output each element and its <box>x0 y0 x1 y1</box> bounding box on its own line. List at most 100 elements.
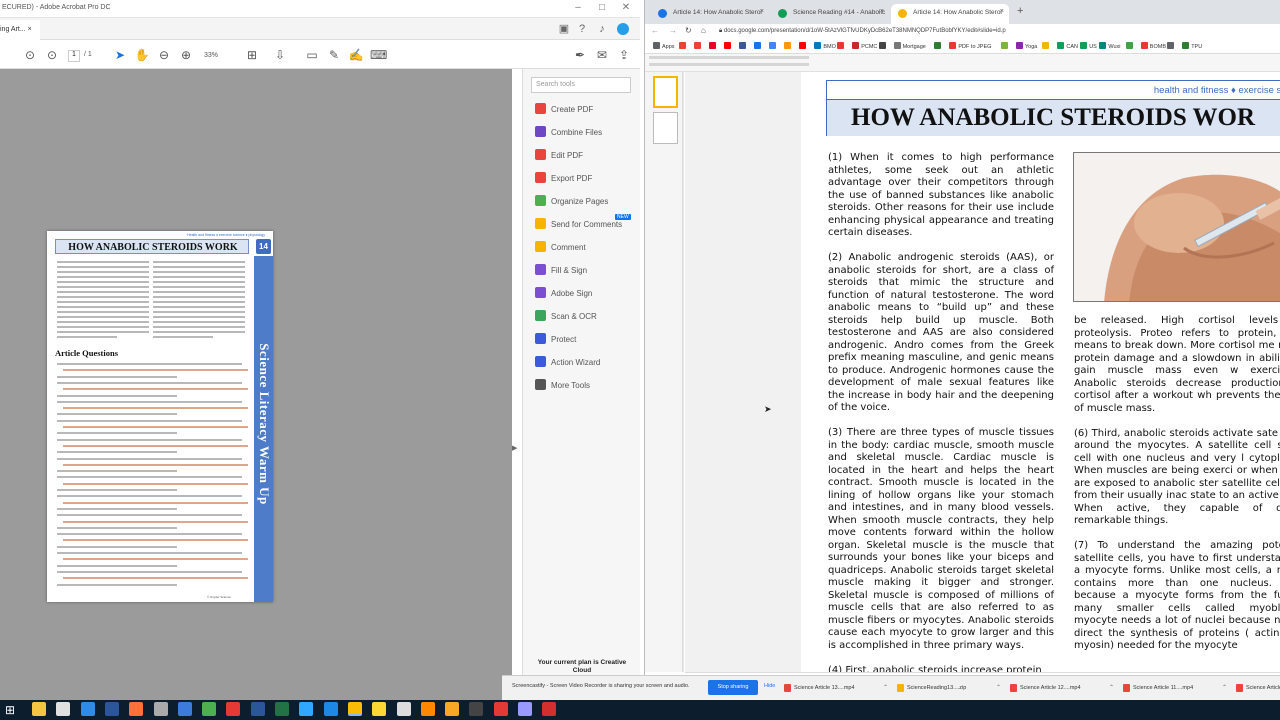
bookmark-item[interactable]: Yoga <box>1016 42 1037 52</box>
bookmark-item[interactable]: Wuxi <box>1099 42 1121 52</box>
download-item[interactable]: ScienceReading13....zip ⌃ <box>895 681 1003 696</box>
comment-icon[interactable]: ▭ <box>304 47 320 63</box>
back-icon[interactable]: ← <box>651 26 659 35</box>
text-column-right[interactable]: be released. High cortisol levels ca pro… <box>1074 315 1280 665</box>
share-icon[interactable]: ⇪ <box>616 47 632 63</box>
download-item[interactable]: Science Article 1⌃ <box>1234 681 1280 696</box>
tool-item[interactable]: Scan & OCR <box>535 308 639 326</box>
slide-canvas[interactable]: health and fitness ♦ exercise sc HOW ANA… <box>685 72 1280 676</box>
tool-item[interactable]: Organize Pages <box>535 193 639 211</box>
page-number-input[interactable]: 1 <box>68 50 80 62</box>
stamp-icon[interactable]: ⌨ <box>370 47 387 63</box>
excel-icon[interactable] <box>275 702 289 716</box>
bookmark-item[interactable]: PDF to JPEG <box>949 42 991 52</box>
screencast-icon[interactable] <box>493 702 508 716</box>
bookmark-item[interactable]: TPU <box>1182 42 1202 52</box>
chevron-up-icon[interactable]: ⌃ <box>1109 681 1114 696</box>
text-column-left[interactable]: (1) When it comes to high performance at… <box>828 152 1054 690</box>
app-icon-5[interactable] <box>445 702 460 716</box>
browser-tab[interactable]: Article 14: How Anabolic Steroi × <box>891 4 1009 24</box>
word-icon[interactable] <box>104 702 119 716</box>
chevron-up-icon[interactable]: ⌃ <box>996 681 1001 696</box>
bookmark-item[interactable] <box>739 42 748 52</box>
bookmark-item[interactable] <box>1125 42 1135 52</box>
home-icon[interactable]: ⌂ <box>701 26 706 35</box>
acrobat-icon[interactable] <box>542 702 557 716</box>
tool-item[interactable]: Action Wizard <box>535 354 639 372</box>
mail-icon[interactable]: ✉ <box>594 47 610 63</box>
forward-icon[interactable]: → <box>669 26 677 35</box>
bookmark-item[interactable]: Apps <box>653 42 675 52</box>
new-tab-button[interactable]: + <box>1017 5 1023 17</box>
collapse-pane-arrow[interactable]: ▶ <box>512 444 517 452</box>
bookmark-item[interactable] <box>1001 42 1010 52</box>
bookmark-item[interactable] <box>1042 42 1051 52</box>
app-icon-4[interactable] <box>396 702 411 716</box>
slide-thumbnail[interactable] <box>653 112 678 144</box>
chevron-up-icon[interactable]: ⌃ <box>1222 681 1227 696</box>
windows-start-icon[interactable]: ⊞ <box>5 703 15 717</box>
browser-tab[interactable]: Article 14: How Anabolic Steroi × <box>651 4 769 24</box>
chat-icon[interactable]: ▣ <box>556 21 572 37</box>
photoshop-icon[interactable] <box>299 702 314 716</box>
address-bar[interactable]: 🔒︎ docs.google.com/presentation/d/1oW-5t… <box>713 25 1279 39</box>
app-icon-3[interactable] <box>323 702 338 716</box>
app-icon-2[interactable] <box>177 702 192 716</box>
help-icon[interactable]: ? <box>574 21 590 37</box>
bookmark-item[interactable]: PCMC <box>852 42 877 52</box>
chrome-icon[interactable] <box>202 702 217 716</box>
reload-icon[interactable]: ↻ <box>685 26 692 35</box>
firefox-icon[interactable] <box>129 702 144 716</box>
bookmark-item[interactable] <box>934 42 943 52</box>
tool-item[interactable]: Edit PDF <box>535 147 639 165</box>
tool-item[interactable]: More Tools <box>535 377 639 395</box>
close-tab-icon[interactable]: × <box>1000 8 1004 15</box>
download-item[interactable]: Science Article 11....mp4 ⌃ <box>1121 681 1229 696</box>
tool-item[interactable]: Protect <box>535 331 639 349</box>
tool-item[interactable]: Create PDF <box>535 101 639 119</box>
scroll-mode-icon[interactable]: ⇩ <box>272 47 288 63</box>
athlete-injection-photo[interactable] <box>1073 152 1280 302</box>
download-item[interactable]: Science Article 12....mp4 ⌃ <box>1008 681 1116 696</box>
document-tab[interactable]: ing Art... × <box>0 20 40 40</box>
download-item[interactable]: Science Article 13....mp4 ⌃ <box>782 681 890 696</box>
bookmark-item[interactable] <box>799 42 808 52</box>
tool-item[interactable]: Comment <box>535 239 639 257</box>
close-tab-icon[interactable]: × <box>28 26 32 33</box>
tools-search-input[interactable]: Search tools <box>531 77 631 93</box>
bookmark-item[interactable] <box>878 42 888 52</box>
slide[interactable]: health and fitness ♦ exercise sc HOW ANA… <box>801 72 1280 676</box>
tool-item[interactable]: Combine Files <box>535 124 639 142</box>
zoom-out-icon[interactable]: ⊖ <box>156 47 172 63</box>
tool-item[interactable]: Fill & Sign <box>535 262 639 280</box>
acrobat-red-icon[interactable] <box>226 702 241 716</box>
stop-sharing-button[interactable]: Stop sharing <box>708 680 758 695</box>
minimize-icon[interactable]: – <box>568 2 588 13</box>
chevron-up-icon[interactable]: ⌃ <box>883 681 888 696</box>
chrome-active-icon[interactable] <box>347 702 362 716</box>
premiere-icon[interactable] <box>518 702 532 716</box>
bookmark-item[interactable]: US <box>1080 42 1097 52</box>
maximize-icon[interactable]: □ <box>592 2 612 13</box>
bookmark-item[interactable]: Mortgage <box>893 42 926 52</box>
bookmark-item[interactable] <box>709 42 718 52</box>
bookmark-item[interactable]: BOMB <box>1140 42 1166 52</box>
tool-item[interactable]: Export PDF <box>535 170 639 188</box>
sign-icon[interactable]: ✒ <box>572 47 588 63</box>
highlight-icon[interactable]: ✍ <box>348 47 364 63</box>
page-down-icon[interactable]: ⊙ <box>44 47 60 63</box>
page-up-icon[interactable]: ⊙ <box>22 47 38 63</box>
hide-button[interactable]: Hide <box>764 683 775 689</box>
file-explorer-icon[interactable] <box>32 702 46 716</box>
close-tab-icon[interactable]: × <box>880 8 884 15</box>
sticky-notes-icon[interactable] <box>372 702 387 716</box>
hand-icon[interactable]: ✋ <box>134 47 150 63</box>
fit-page-icon[interactable]: ⊞ <box>244 47 260 63</box>
pen-icon[interactable]: ✎ <box>326 47 342 63</box>
bookmark-item[interactable] <box>1167 42 1176 52</box>
zoom-level[interactable]: 33% <box>204 52 218 59</box>
bookmark-item[interactable] <box>694 42 703 52</box>
close-tab-icon[interactable]: × <box>760 8 764 15</box>
bookmark-item[interactable] <box>754 42 763 52</box>
close-icon[interactable]: ✕ <box>616 2 636 13</box>
